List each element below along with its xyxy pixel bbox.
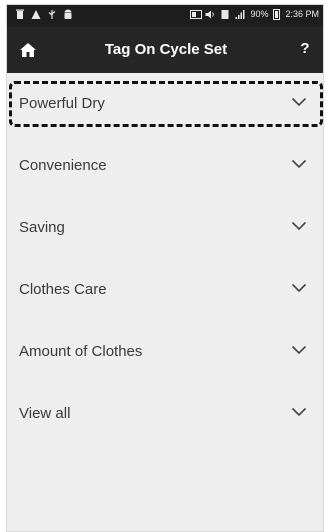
help-button[interactable]: ? [297, 40, 313, 60]
status-bar-right-icons: 90% 2:36 PM [190, 9, 319, 20]
chevron-down-icon [291, 159, 307, 169]
status-bar-left-icons [15, 9, 73, 20]
chevron-down-icon [291, 97, 307, 107]
chevron-down-icon [291, 221, 307, 231]
warning-icon [31, 9, 41, 20]
menu-item-amount-of-clothes[interactable]: Amount of Clothes [7, 321, 323, 383]
battery-percent: 90% [250, 9, 269, 19]
menu-item-label: Convenience [19, 157, 107, 174]
title-bar: Tag On Cycle Set ? [7, 27, 323, 73]
menu-item-powerful-dry[interactable]: Powerful Dry [7, 73, 323, 135]
menu-item-saving[interactable]: Saving [7, 197, 323, 259]
menu-item-label: Clothes Care [19, 281, 107, 298]
sim-icon [220, 9, 230, 20]
android-icon [63, 9, 73, 20]
menu-item-clothes-care[interactable]: Clothes Care [7, 259, 323, 321]
trash-icon [15, 9, 25, 20]
page-title: Tag On Cycle Set [104, 41, 228, 58]
menu-item-view-all[interactable]: View all [7, 383, 323, 445]
menu-list: Powerful Dry Convenience Saving Clothes … [7, 73, 323, 445]
battery-icon [273, 9, 281, 20]
status-time: 2:36 PM [285, 9, 319, 19]
menu-item-label: Saving [19, 219, 65, 236]
phone-screen: 90% 2:36 PM Tag On Cycle Set ? Powerful … [6, 4, 324, 532]
usb-icon [47, 9, 57, 20]
menu-item-label: Amount of Clothes [19, 343, 143, 360]
volume-icon [205, 9, 215, 20]
chevron-down-icon [291, 283, 307, 293]
menu-item-label: View all [19, 405, 71, 422]
menu-item-convenience[interactable]: Convenience [7, 135, 323, 197]
chevron-down-icon [291, 407, 307, 417]
menu-item-label: Powerful Dry [19, 95, 105, 112]
signal-icon [235, 9, 245, 20]
chevron-down-icon [291, 345, 307, 355]
status-bar: 90% 2:36 PM [7, 5, 323, 27]
screen-icon [190, 9, 203, 20]
